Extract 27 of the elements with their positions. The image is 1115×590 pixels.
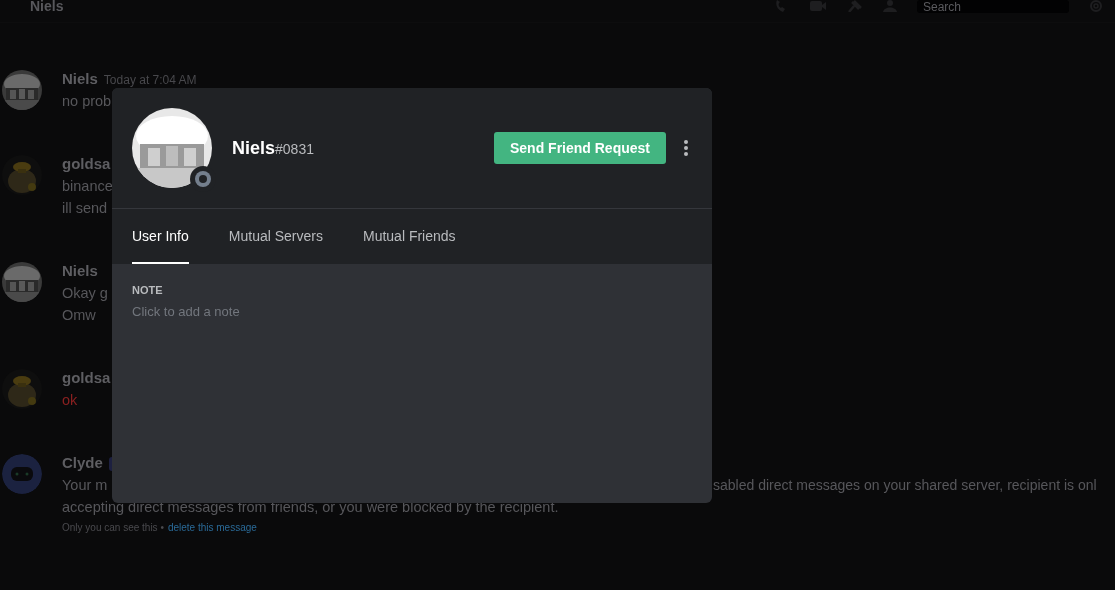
author-name[interactable]: Niels <box>62 262 98 279</box>
timestamp: Today at 7:04 AM <box>103 73 197 87</box>
message-text: Okay g <box>62 284 108 303</box>
send-friend-request-button[interactable]: Send Friend Request <box>493 132 666 164</box>
author-name[interactable]: goldsa <box>62 155 111 172</box>
author-name[interactable]: goldsa <box>62 369 111 386</box>
message-text: no prob <box>62 92 113 111</box>
author-name[interactable]: Clyde <box>62 454 103 471</box>
message-text: binance <box>62 177 113 196</box>
delete-link[interactable]: delete this message <box>167 518 257 538</box>
message-text: sabled direct messages on your shared server, recipient is onl <box>713 476 1097 495</box>
message-text: ill send <box>62 199 109 218</box>
author-name[interactable]: Niels <box>62 70 98 87</box>
search-field[interactable]: Search <box>917 0 1069 13</box>
note-field[interactable]: Click to add a note <box>132 304 432 319</box>
discriminator: #0831 <box>275 140 314 157</box>
message-text: ok <box>62 391 79 410</box>
note-heading: NOTE <box>132 284 164 296</box>
channel-title: Niels <box>30 0 64 12</box>
ephemeral-note: Only you can see this • <box>62 521 164 535</box>
tab[interactable]: Mutual Servers <box>228 209 323 264</box>
message-text: Your m <box>62 476 109 495</box>
tab[interactable]: Mutual Friends <box>362 209 456 264</box>
username: Niels <box>232 137 276 159</box>
message-text: Omw <box>62 306 97 325</box>
tab[interactable]: User Info <box>132 209 189 264</box>
bot-avatar-icon <box>2 454 42 494</box>
